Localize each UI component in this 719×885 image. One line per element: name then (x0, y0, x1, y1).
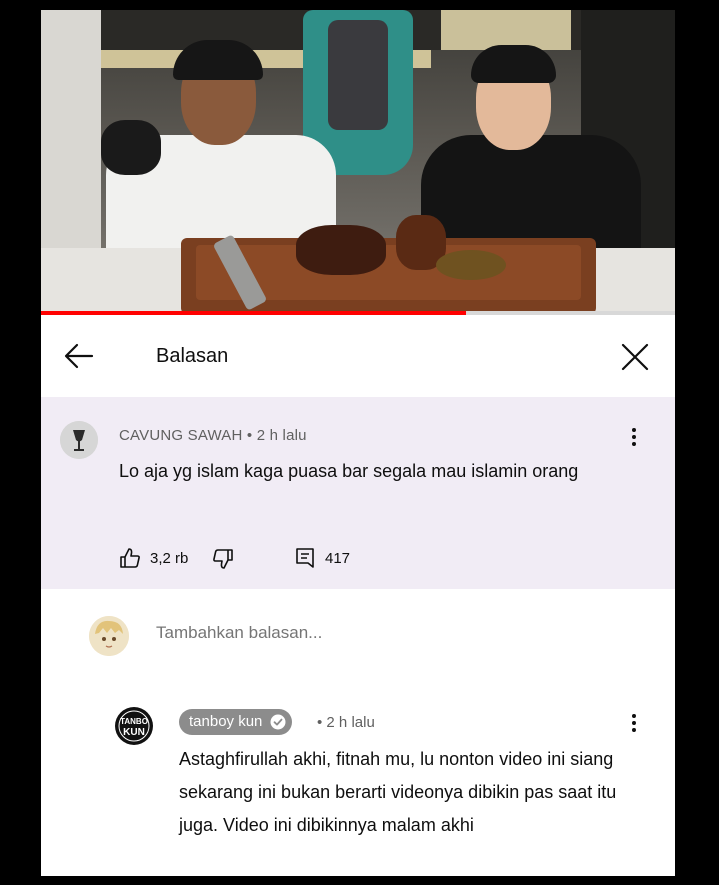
youtube-replies-screen: Balasan CAVUNG SAWAH • 2 h lalu Lo aja y… (41, 10, 675, 876)
meta-separator: • (317, 714, 327, 731)
tanboy-logo-icon: TANBO KUN (115, 707, 153, 745)
like-count: 3,2 rb (150, 550, 189, 567)
parent-comment: CAVUNG SAWAH • 2 h lalu Lo aja yg islam … (41, 397, 675, 589)
reply-meta: • 2 h lalu (317, 714, 375, 731)
more-options-button[interactable] (626, 425, 642, 449)
replies-header: Balasan (41, 315, 675, 398)
reply-text: Astaghfirullah akhi, fitnah mu, lu nonto… (179, 749, 617, 835)
vertical-dots-icon (632, 428, 636, 446)
host-right (421, 135, 641, 255)
steak (296, 225, 386, 275)
anime-avatar-icon (89, 616, 129, 656)
channel-owner-badge[interactable]: tanboy kun (179, 709, 293, 735)
reply-time: 2 h lalu (326, 714, 375, 731)
glass-avatar-icon (60, 421, 98, 459)
current-user-avatar (89, 616, 129, 656)
back-button[interactable] (61, 341, 97, 371)
reply-button[interactable] (294, 547, 316, 569)
add-reply-row (41, 589, 675, 682)
vertical-dots-icon (632, 714, 636, 732)
svg-text:TANBO: TANBO (120, 717, 148, 726)
reply-author: tanboy kun (189, 713, 263, 730)
like-button[interactable] (119, 547, 141, 569)
arrow-left-icon (64, 343, 94, 369)
more-options-button[interactable] (626, 711, 642, 735)
reply-count: 417 (325, 550, 351, 567)
video-player[interactable] (41, 10, 675, 315)
thumb-up-icon (120, 548, 140, 568)
dislike-button[interactable] (212, 548, 234, 570)
reply-comment-icon (296, 548, 314, 568)
verified-check-icon (270, 714, 286, 730)
reply-comment: TANBO KUN tanboy kun • 2 h lalu Astaghfi… (41, 681, 675, 876)
comment-author[interactable]: CAVUNG SAWAH (119, 427, 243, 444)
meta-separator: • (242, 427, 257, 444)
close-icon (621, 343, 649, 371)
comment-text: Lo aja yg islam kaga puasa bar segala ma… (119, 461, 579, 481)
avatar[interactable]: TANBO KUN (114, 706, 154, 746)
svg-text:KUN: KUN (123, 727, 145, 738)
reply-input[interactable] (156, 623, 606, 643)
comment-time: 2 h lalu (256, 427, 307, 444)
page-title: Balasan (156, 345, 229, 367)
thumb-down-icon (213, 549, 233, 569)
avatar[interactable] (60, 421, 98, 459)
close-button[interactable] (619, 341, 651, 373)
comment-meta: CAVUNG SAWAH • 2 h lalu (119, 427, 307, 444)
